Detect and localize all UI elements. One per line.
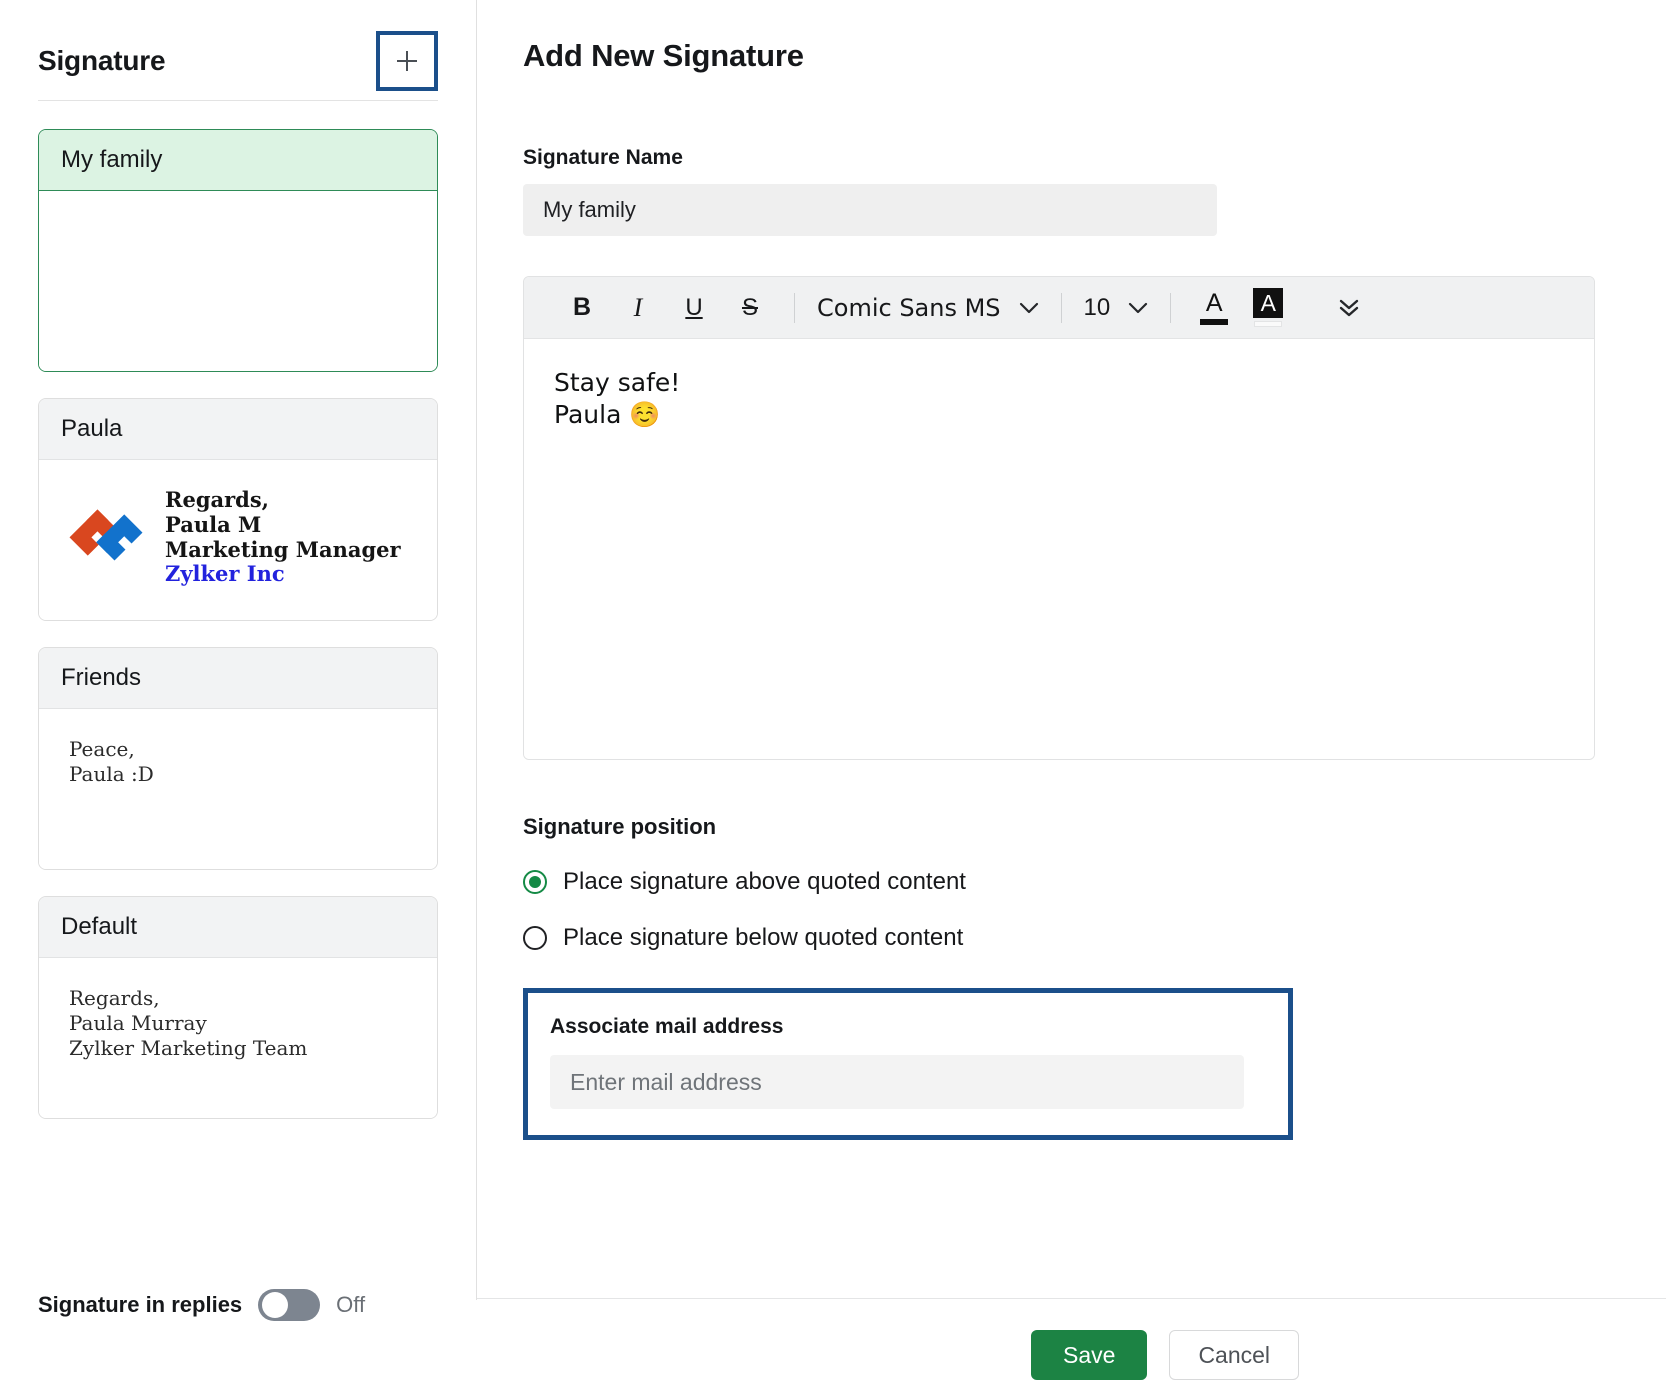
signature-card-title: Paula — [39, 399, 437, 460]
double-chevron-down-icon — [1336, 297, 1362, 319]
font-family-select[interactable]: Comic Sans MS — [811, 294, 1045, 322]
sidebar-divider — [38, 100, 438, 101]
associate-mail-highlight: Associate mail address Enter mail addres… — [523, 988, 1293, 1140]
signature-editor: B I U S Comic Sans MS 10 — [523, 276, 1595, 760]
chevron-down-icon — [1019, 302, 1039, 314]
highlight-color-button[interactable]: A — [1241, 285, 1295, 331]
signature-card-preview — [39, 191, 437, 371]
add-signature-button[interactable] — [380, 35, 434, 87]
text-color-button[interactable]: A — [1187, 285, 1241, 331]
text-color-glyph: A — [1206, 291, 1223, 316]
toolbar-separator — [794, 293, 795, 323]
signature-card-paula[interactable]: Paula Regards, Paula M Market — [38, 398, 438, 621]
signature-card-preview: Regards, Paula Murray Zylker Marketing T… — [39, 958, 437, 1118]
associate-mail-input[interactable]: Enter mail address — [550, 1055, 1244, 1109]
signature-preview-text: Regards, Paula Murray Zylker Marketing T… — [63, 986, 413, 1060]
strikethrough-button[interactable]: S — [722, 285, 778, 331]
chevron-down-icon — [1128, 302, 1148, 314]
signature-card-my-family[interactable]: My family — [38, 129, 438, 372]
sidebar-header: Signature — [38, 0, 438, 100]
radio-below-quoted-content[interactable]: Place signature below quoted content — [523, 924, 1620, 952]
editor-content-area[interactable]: Stay safe! Paula ☺️ — [524, 339, 1594, 759]
footer-actions: Save Cancel — [1031, 1330, 1299, 1380]
signature-name-label: Signature Name — [523, 146, 1620, 170]
signature-card-title: My family — [39, 130, 437, 191]
footer-divider — [477, 1298, 1666, 1299]
signature-card-default[interactable]: Default Regards, Paula Murray Zylker Mar… — [38, 896, 438, 1119]
add-signature-panel: Add New Signature Signature Name My fami… — [477, 0, 1666, 1396]
toolbar-separator — [1170, 293, 1171, 323]
associate-mail-label: Associate mail address — [550, 1015, 1266, 1039]
font-size-select[interactable]: 10 — [1078, 294, 1155, 322]
font-size-value: 10 — [1084, 294, 1111, 322]
signature-list: My family Paula — [38, 129, 438, 1259]
signature-preview-text: Peace, Paula :D — [63, 737, 413, 787]
signature-card-preview: Regards, Paula M Marketing Manager Zylke… — [39, 460, 437, 620]
signature-card-title: Friends — [39, 648, 437, 709]
signature-preview-text: Regards, Paula M Marketing Manager Zylke… — [165, 488, 401, 587]
save-button[interactable]: Save — [1031, 1330, 1147, 1380]
signature-in-replies-toggle[interactable] — [258, 1289, 320, 1321]
radio-label: Place signature below quoted content — [563, 924, 963, 952]
bold-button[interactable]: B — [554, 285, 610, 331]
toggle-knob — [262, 1292, 288, 1318]
radio-above-quoted-content[interactable]: Place signature above quoted content — [523, 868, 1620, 896]
zylker-logo-icon — [63, 492, 149, 578]
italic-button[interactable]: I — [610, 285, 666, 331]
toolbar-separator — [1061, 293, 1062, 323]
editor-content-text: Stay safe! Paula ☺️ — [554, 367, 1564, 431]
signature-card-preview: Peace, Paula :D — [39, 709, 437, 869]
radio-button-selected-icon — [523, 870, 547, 894]
more-options-button[interactable] — [1321, 285, 1377, 331]
plus-icon — [394, 48, 420, 74]
toggle-state-label: Off — [336, 1292, 365, 1318]
text-color-swatch — [1200, 319, 1228, 325]
panel-title: Add New Signature — [523, 38, 1620, 74]
highlight-glyph: A — [1253, 288, 1283, 318]
signature-settings-screen: Signature My family P — [0, 0, 1666, 1396]
signature-preview-company: Zylker Inc — [165, 562, 401, 587]
signature-position-label: Signature position — [523, 814, 1620, 840]
signature-in-replies-row: Signature in replies Off — [38, 1259, 438, 1321]
page-title: Signature — [38, 45, 165, 77]
radio-label: Place signature above quoted content — [563, 868, 966, 896]
signature-in-replies-label: Signature in replies — [38, 1292, 242, 1318]
signature-card-title: Default — [39, 897, 437, 958]
highlight-color-swatch — [1254, 321, 1282, 327]
font-family-value: Comic Sans MS — [817, 294, 1001, 322]
add-signature-highlight — [376, 31, 438, 91]
underline-button[interactable]: U — [666, 285, 722, 331]
signature-preview-lines: Regards, Paula M Marketing Manager — [165, 488, 401, 562]
signature-card-friends[interactable]: Friends Peace, Paula :D — [38, 647, 438, 870]
cancel-button[interactable]: Cancel — [1169, 1330, 1299, 1380]
editor-toolbar: B I U S Comic Sans MS 10 — [524, 277, 1594, 339]
signature-name-input[interactable]: My family — [523, 184, 1217, 236]
signature-sidebar: Signature My family P — [0, 0, 476, 1396]
radio-button-unselected-icon — [523, 926, 547, 950]
